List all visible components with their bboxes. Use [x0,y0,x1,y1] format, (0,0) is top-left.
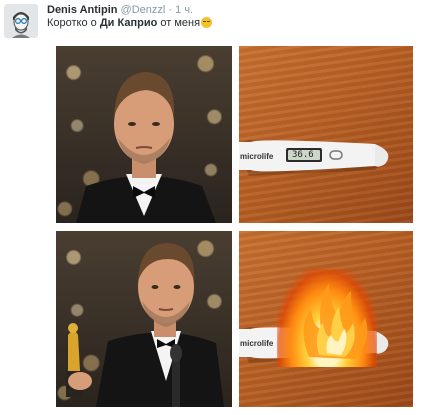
thermometer-reading: 36.6 [292,150,314,160]
thermometer-illustration [239,140,389,176]
user-handle[interactable]: @Denzzl [121,4,166,16]
meme-panel-dicaprio-oscar[interactable] [56,231,232,407]
tweet-header: Denis Antipin @Denzzl · 1 ч. [47,4,193,17]
display-name[interactable]: Denis Antipin [47,4,117,16]
tweet-text-end: от меня [157,17,201,29]
tweet-timestamp[interactable]: 1 ч. [175,4,193,16]
meme-panel-burning-thermometer[interactable]: microlife [239,231,413,407]
avatar[interactable] [4,4,38,38]
thermometer-brand: microlife [240,152,274,161]
meme-panel-dicaprio-sad[interactable] [56,46,232,223]
thermometer-brand: microlife [240,339,274,348]
avatar-illustration [4,4,38,38]
dicaprio-sad-illustration [76,72,216,223]
separator-dot: · [168,4,173,16]
smiley-emoji-icon [201,17,213,28]
dicaprio-oscar-illustration [66,243,224,407]
tweet-text-start: Коротко о [47,17,100,29]
flame-tongues [303,283,368,359]
meme-panel-thermometer[interactable]: microlife 36.6 [239,46,413,223]
tweet-text: Коротко о Ди Каприо от меня [47,17,213,30]
tweet-text-bold: Ди Каприо [99,17,158,29]
